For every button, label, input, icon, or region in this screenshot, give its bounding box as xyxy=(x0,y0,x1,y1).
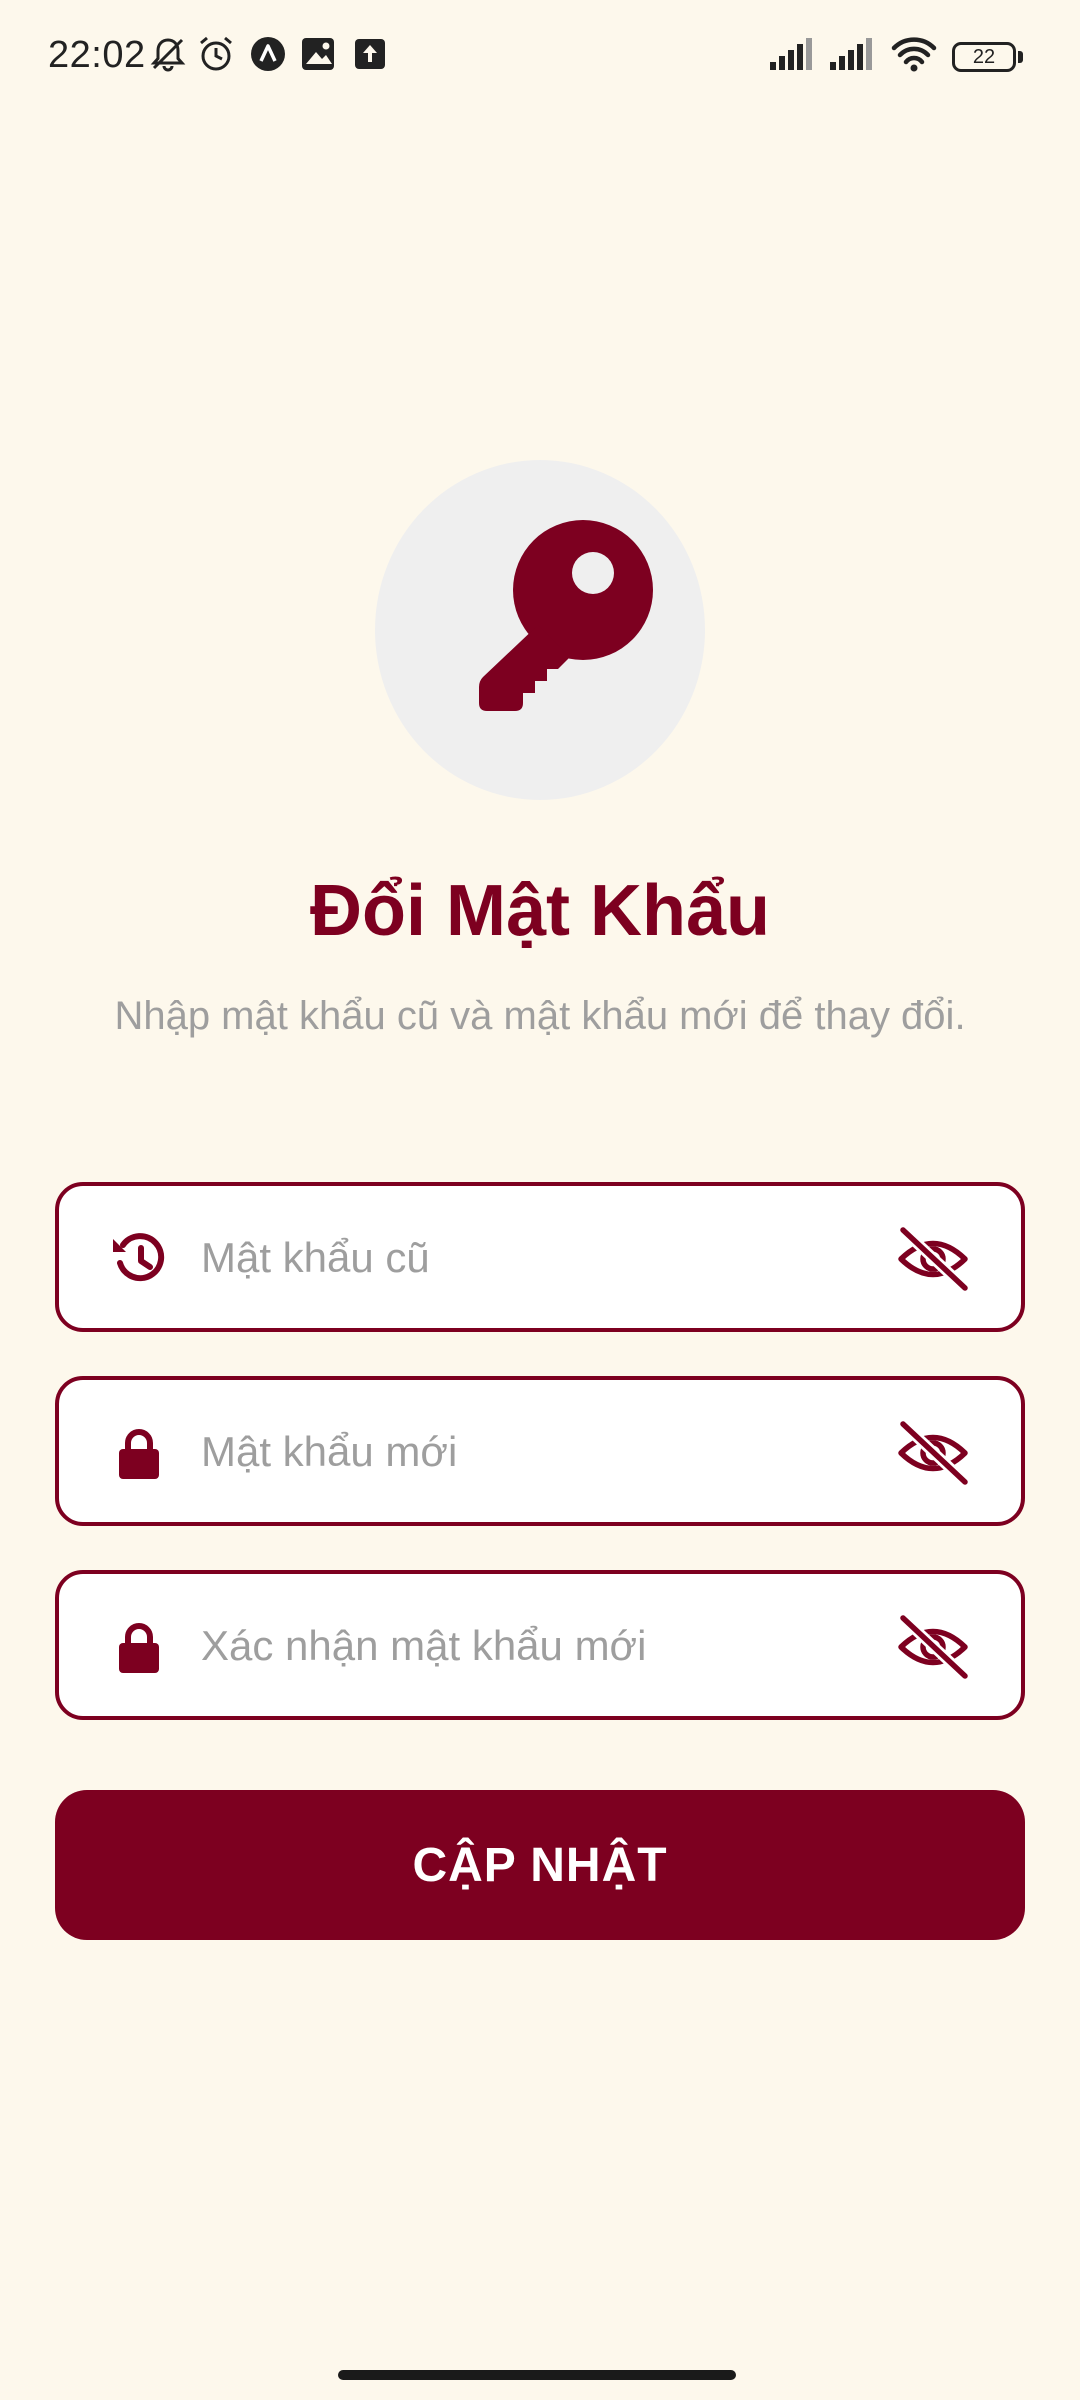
bell-off-icon xyxy=(150,38,186,72)
key-icon xyxy=(479,520,653,711)
eye-off-icon[interactable] xyxy=(895,1420,971,1486)
status-time: 22:02 xyxy=(48,34,146,76)
signal-2-icon xyxy=(830,38,872,70)
hero-circle xyxy=(375,460,705,800)
upload-icon xyxy=(355,39,385,69)
lock-icon xyxy=(119,1623,159,1673)
page-subtitle: Nhập mật khẩu cũ và mật khẩu mới để thay… xyxy=(114,994,966,1038)
app-photo-icon xyxy=(302,38,334,70)
battery-level: 22 xyxy=(972,46,996,68)
old-password-field[interactable] xyxy=(55,1182,1025,1332)
update-button[interactable]: CẬP NHẬT xyxy=(55,1790,1025,1940)
old-password-input[interactable] xyxy=(201,1216,891,1300)
new-password-input[interactable] xyxy=(201,1410,891,1494)
battery-nub xyxy=(1018,51,1023,63)
confirm-password-input[interactable] xyxy=(201,1604,891,1688)
eye-off-icon[interactable] xyxy=(895,1226,971,1292)
app-a-icon xyxy=(251,37,285,71)
signal-1-icon xyxy=(770,38,812,70)
new-password-field[interactable] xyxy=(55,1376,1025,1526)
lock-icon xyxy=(119,1429,159,1479)
status-bar: 22:02 22 xyxy=(0,0,1080,110)
eye-off-icon[interactable] xyxy=(895,1614,971,1680)
wifi-icon xyxy=(891,37,937,72)
page-title: Đổi Mật Khẩu xyxy=(310,871,770,951)
history-icon xyxy=(113,1233,165,1282)
alarm-icon xyxy=(200,36,232,71)
home-indicator[interactable] xyxy=(338,2370,736,2380)
battery-icon: 22 xyxy=(952,42,1016,72)
confirm-password-field[interactable] xyxy=(55,1570,1025,1720)
